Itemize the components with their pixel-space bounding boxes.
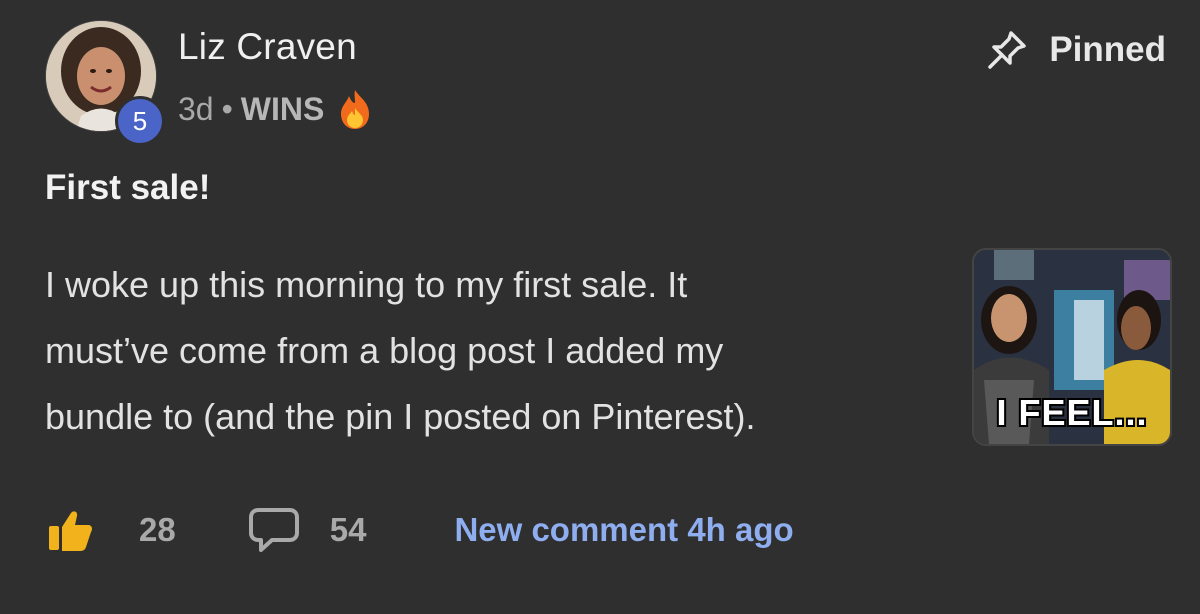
post-body-line: I woke up this morning to my first sale.… <box>45 264 688 305</box>
post-age: 3d <box>178 90 214 127</box>
thumbs-up-icon[interactable] <box>45 505 95 555</box>
comment-count[interactable]: 54 <box>330 511 367 549</box>
meta-separator: • <box>221 90 233 127</box>
author-avatar[interactable]: 5 <box>45 20 165 146</box>
post-card[interactable]: 5 Liz Craven 3d • WINS Pinned First sale… <box>0 0 1200 614</box>
post-title[interactable]: First sale! <box>45 168 210 208</box>
pinned-indicator: Pinned <box>985 28 1166 72</box>
post-actions: 28 54 New comment 4h ago <box>45 505 794 555</box>
level-badge: 5 <box>115 96 165 146</box>
pinned-label: Pinned <box>1049 30 1166 69</box>
author-name[interactable]: Liz Craven <box>178 26 357 68</box>
post-body-line: must’ve come from a blog post I added my <box>45 330 724 371</box>
new-comment-link[interactable]: New comment 4h ago <box>454 511 793 549</box>
fire-icon <box>338 88 372 130</box>
attachment-thumbnail[interactable]: I FEEL... <box>972 248 1172 446</box>
gif-caption: I FEEL... <box>996 392 1148 433</box>
post-body-line: bundle to (and the pin I posted on Pinte… <box>45 396 756 437</box>
category-label[interactable]: WINS <box>241 91 325 128</box>
like-count[interactable]: 28 <box>139 511 176 549</box>
post-body[interactable]: I woke up this morning to my first sale.… <box>45 252 945 450</box>
comment-bubble-icon[interactable] <box>248 506 300 554</box>
post-meta: 3d • WINS <box>178 88 372 130</box>
pin-icon <box>985 28 1029 72</box>
